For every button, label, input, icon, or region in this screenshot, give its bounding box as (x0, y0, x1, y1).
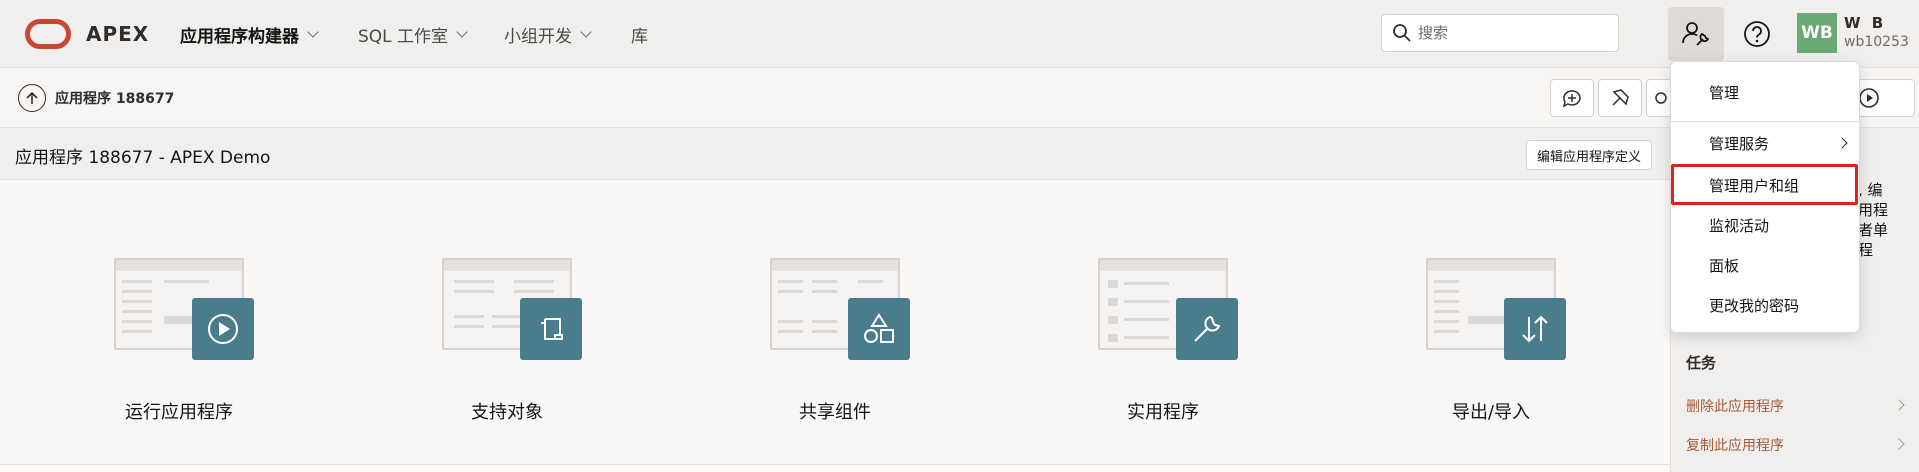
search-input[interactable] (1418, 24, 1608, 42)
menu-item-manage-users-groups[interactable]: 管理用户和组 (1671, 166, 1859, 204)
nav-app-builder-label: 应用程序构建器 (180, 27, 299, 47)
utilities-label[interactable]: 实用程序 (1063, 398, 1263, 424)
shared-components-tile[interactable] (770, 258, 920, 360)
administration-menu-button[interactable] (1668, 7, 1724, 61)
delete-application-link[interactable]: 删除此应用程序 (1686, 396, 1784, 416)
share-icon (1654, 92, 1667, 104)
breadcrumb: 应用程序 188677 (55, 91, 175, 107)
feedback-button[interactable] (1550, 79, 1594, 117)
administration-menu: 管理 管理服务 管理用户和组 监视活动 面板 更改我的密码 (1670, 61, 1860, 333)
supporting-objects-tile[interactable] (442, 258, 592, 360)
search-icon (1393, 24, 1411, 42)
nav-team-development[interactable]: 小组开发 (504, 22, 592, 47)
user-wrench-icon (1682, 22, 1710, 46)
nav-app-builder[interactable]: 应用程序构建器 (180, 22, 319, 47)
scroll-icon (520, 298, 582, 360)
wrench-icon (1176, 298, 1238, 360)
top-header: APEX 应用程序构建器 SQL 工作室 小组开发 库 WB (0, 0, 1919, 68)
user-id: wb10253 (1844, 34, 1909, 50)
tasks-heading: 任务 (1686, 354, 1717, 372)
play-circle-icon (1859, 88, 1879, 108)
nav-gallery[interactable]: 库 (631, 22, 648, 47)
menu-item-manage-service[interactable]: 管理服务 (1671, 124, 1859, 162)
search-box[interactable] (1381, 14, 1619, 52)
chevron-down-icon (456, 26, 468, 38)
brand-name[interactable]: APEX (86, 22, 149, 46)
nav-sql-workshop[interactable]: SQL 工作室 (358, 22, 468, 47)
utilities-tile[interactable] (1098, 258, 1248, 360)
oracle-logo[interactable] (25, 19, 71, 49)
avatar[interactable]: WB (1797, 13, 1837, 53)
chevron-down-icon (580, 26, 592, 38)
supporting-objects-label[interactable]: 支持对象 (407, 398, 607, 424)
arrow-up-icon (26, 91, 38, 104)
up-level-button[interactable] (18, 84, 46, 112)
edit-application-definition-button[interactable]: 编辑应用程序定义 (1526, 140, 1653, 170)
copy-application-link[interactable]: 复制此应用程序 (1686, 435, 1784, 455)
export-import-label[interactable]: 导出/导入 (1391, 398, 1591, 424)
export-import-tile[interactable] (1426, 258, 1576, 360)
help-button[interactable] (1740, 17, 1774, 51)
menu-item-change-password[interactable]: 更改我的密码 (1671, 286, 1859, 324)
run-application-tile[interactable] (114, 258, 264, 360)
divider (0, 464, 1670, 465)
nav-team-development-label: 小组开发 (504, 27, 572, 47)
user-name: W B (1844, 14, 1887, 32)
breadcrumb-bar: 应用程序 188677 (0, 68, 1919, 128)
help-icon (1744, 21, 1770, 47)
shared-components-label[interactable]: 共享组件 (735, 398, 935, 424)
comment-add-icon (1562, 90, 1581, 108)
menu-separator (1671, 121, 1859, 122)
transfer-icon (1504, 298, 1566, 360)
nav-gallery-label: 库 (631, 27, 648, 47)
chevron-down-icon (307, 26, 319, 38)
nav-sql-workshop-label: SQL 工作室 (358, 27, 449, 47)
menu-item-administration[interactable]: 管理 (1671, 73, 1859, 111)
run-application-label[interactable]: 运行应用程序 (79, 398, 279, 424)
menu-item-monitor-activity[interactable]: 监视活动 (1671, 206, 1859, 244)
play-icon (192, 298, 254, 360)
debug-button[interactable] (1598, 79, 1642, 117)
region-header: 应用程序 188677 - APEX Demo 编辑应用程序定义 (0, 128, 1670, 180)
page-title: 应用程序 188677 - APEX Demo (15, 148, 271, 168)
menu-item-dashboard[interactable]: 面板 (1671, 246, 1859, 284)
shapes-icon (848, 298, 910, 360)
flashlight-icon (1612, 89, 1629, 106)
